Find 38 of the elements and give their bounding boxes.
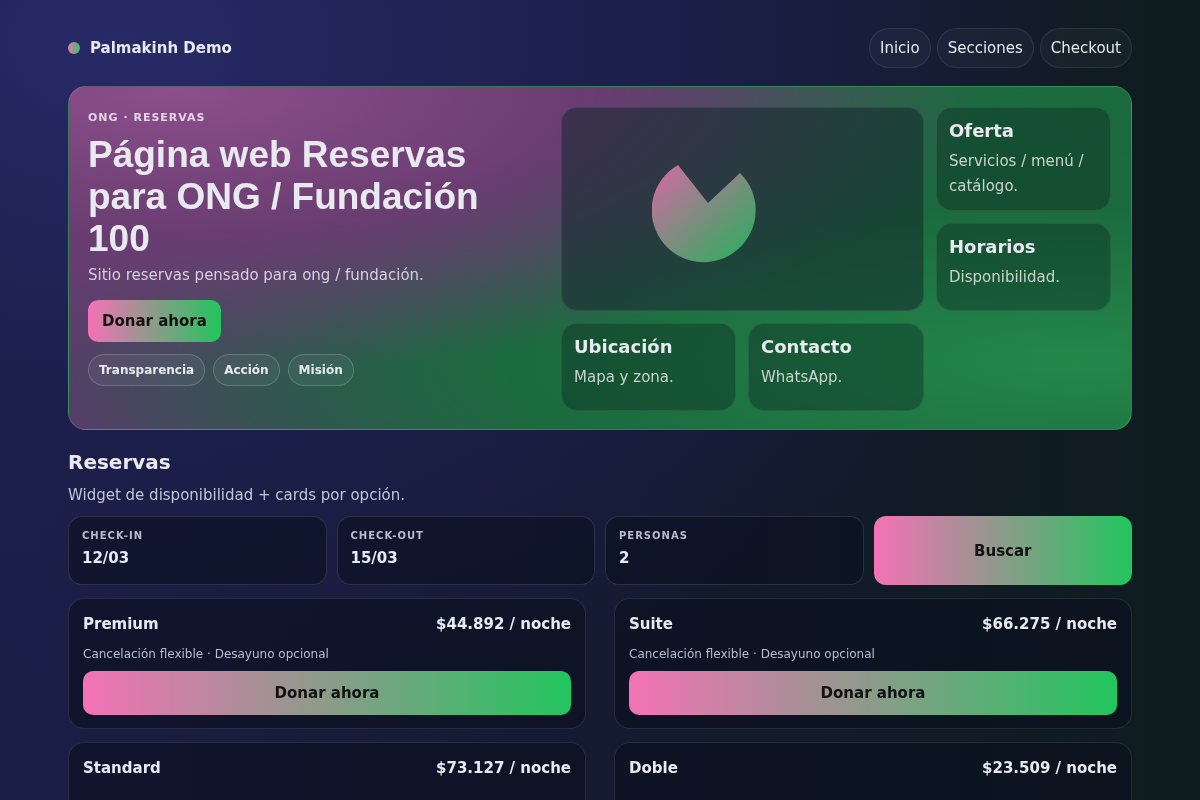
tile-title: Horarios [949,236,1037,257]
option-name: Suite [629,615,673,633]
tile-title: Oferta [949,120,1015,141]
tile-text: Servicios / menú / catálogo. [949,151,1085,197]
option-price: $66.275 / noche [982,615,1117,633]
donate-button[interactable]: Donar ahora [88,300,221,342]
option-price: $44.892 / noche [436,615,571,633]
section-title: Reservas [68,450,172,474]
option-name: Doble [629,759,678,777]
tile-title: Contacto [761,336,853,357]
tile-title: Ubicación [574,336,674,357]
donate-button[interactable]: Donar ahora [629,671,1117,715]
input-field[interactable]: PERSONAS 2 [605,516,864,585]
section-subtitle: Widget de disponibilidad + cards por opción. [68,486,406,504]
tag-chip: Acción [213,354,280,386]
option-name: Premium [83,615,159,633]
option-details: Cancelación flexible · Desayuno opcional [629,647,876,661]
brand-name: Palmakinh Demo [90,39,232,57]
search-button[interactable]: Buscar [873,516,1132,585]
tile-text: Disponibilidad. [949,267,1061,288]
tile-text: Mapa y zona. [574,367,675,388]
option-price: $73.127 / noche [436,759,571,777]
tag-chip: Transparencia [88,354,206,386]
option-price: $23.509 / noche [982,759,1117,777]
hero-title: Página web Reservas para ONG / Fundación 100 [88,134,480,260]
tile-text: WhatsApp. [761,367,844,388]
option-name: Standard [83,759,161,777]
hero-subtitle: Sitio reservas pensado para ong / fundación. [88,266,425,284]
nav-link[interactable]: Checkout [1039,28,1132,68]
nav-link[interactable]: Inicio [868,28,931,68]
brand-dot-icon [68,42,80,54]
donate-button[interactable]: Donar ahora [83,671,571,715]
input-field[interactable]: CHECK-IN 12/03 [68,516,327,585]
input-field[interactable]: CHECK-OUT 15/03 [336,516,595,585]
option-details: Cancelación flexible · Desayuno opcional [83,647,330,661]
tag-chip: Misión [287,354,354,386]
nav-link[interactable]: Secciones [936,28,1034,68]
eyebrow-text: ONG · RESERVAS [88,111,207,124]
